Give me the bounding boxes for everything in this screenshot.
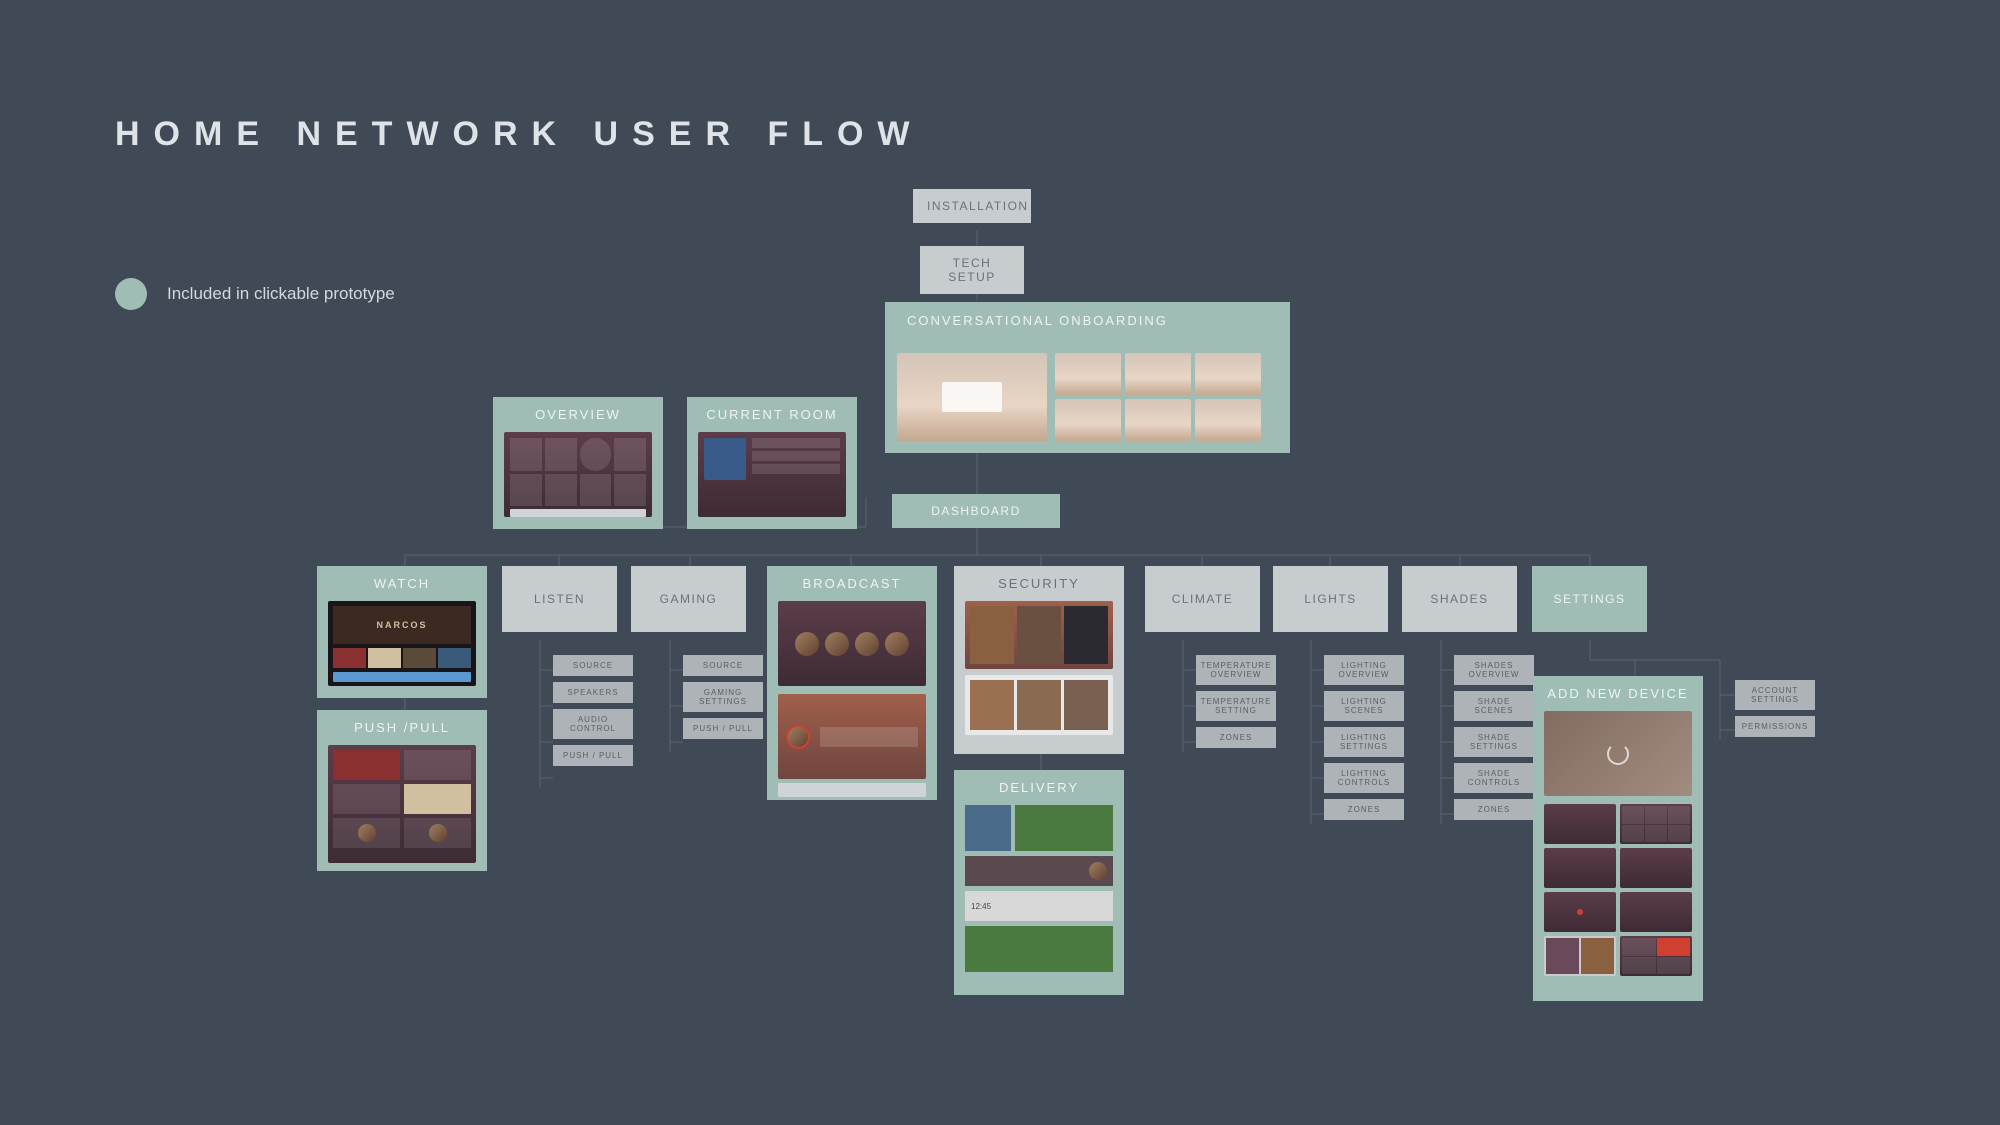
card-title: CONVERSATIONAL ONBOARDING	[907, 312, 1280, 330]
legend-dot-icon	[115, 278, 147, 310]
sub-listen-1: SPEAKERS	[553, 682, 633, 703]
sub-lights-1: LIGHTING SCENES	[1324, 691, 1404, 721]
sub-shades-4: ZONES	[1454, 799, 1534, 820]
stack-shades: SHADES OVERVIEW SHADE SCENES SHADE SETTI…	[1454, 655, 1534, 826]
stack-climate: TEMPERATURE OVERVIEW TEMPERATURE SETTING…	[1196, 655, 1276, 754]
sub-climate-0: TEMPERATURE OVERVIEW	[1196, 655, 1276, 685]
legend-label: Included in clickable prototype	[167, 284, 395, 304]
sub-listen-3: PUSH / PULL	[553, 745, 633, 766]
stack-listen: SOURCE SPEAKERS AUDIO CONTROL PUSH / PUL…	[553, 655, 633, 772]
node-installation: INSTALLATION	[913, 189, 1031, 223]
sub-lights-4: ZONES	[1324, 799, 1404, 820]
card-title: OVERVIEW	[503, 407, 653, 422]
node-shades: SHADES	[1402, 566, 1517, 632]
node-lights: LIGHTS	[1273, 566, 1388, 632]
node-gaming: GAMING	[631, 566, 746, 632]
card-title: ADD NEW DEVICE	[1543, 686, 1693, 701]
node-climate: CLIMATE	[1145, 566, 1260, 632]
sub-shades-2: SHADE SETTINGS	[1454, 727, 1534, 757]
sub-listen-0: SOURCE	[553, 655, 633, 676]
card-watch: WATCH NARCOS	[317, 566, 487, 698]
sub-climate-2: ZONES	[1196, 727, 1276, 748]
sub-gaming-2: PUSH / PULL	[683, 718, 763, 739]
card-security: SECURITY	[954, 566, 1124, 754]
sub-gaming-1: GAMING SETTINGS	[683, 682, 763, 712]
sub-lights-2: LIGHTING SETTINGS	[1324, 727, 1404, 757]
card-add-new-device: ADD NEW DEVICE	[1533, 676, 1703, 1001]
sub-shades-3: SHADE CONTROLS	[1454, 763, 1534, 793]
node-listen: LISTEN	[502, 566, 617, 632]
stack-gaming: SOURCE GAMING SETTINGS PUSH / PULL	[683, 655, 763, 745]
node-settings: SETTINGS	[1532, 566, 1647, 632]
card-delivery: DELIVERY 12:45	[954, 770, 1124, 995]
card-title: WATCH	[327, 576, 477, 591]
page-title: HOME NETWORK USER FLOW	[115, 115, 924, 154]
node-dashboard: DASHBOARD	[892, 494, 1060, 528]
stack-settings-right: ACCOUNT SETTINGS PERMISSIONS	[1735, 680, 1815, 743]
sub-lights-0: LIGHTING OVERVIEW	[1324, 655, 1404, 685]
sub-settings-0: ACCOUNT SETTINGS	[1735, 680, 1815, 710]
sub-shades-1: SHADE SCENES	[1454, 691, 1534, 721]
sub-lights-3: LIGHTING CONTROLS	[1324, 763, 1404, 793]
card-overview: OVERVIEW	[493, 397, 663, 529]
sub-shades-0: SHADES OVERVIEW	[1454, 655, 1534, 685]
card-conversational-onboarding: CONVERSATIONAL ONBOARDING	[885, 302, 1290, 453]
card-title: DELIVERY	[964, 780, 1114, 795]
card-current-room: CURRENT ROOM	[687, 397, 857, 529]
node-tech-setup: TECH SETUP	[920, 246, 1024, 294]
stack-lights: LIGHTING OVERVIEW LIGHTING SCENES LIGHTI…	[1324, 655, 1404, 826]
card-title: BROADCAST	[777, 576, 927, 591]
card-push-pull: PUSH /PULL	[317, 710, 487, 871]
sub-settings-1: PERMISSIONS	[1735, 716, 1815, 737]
sub-gaming-0: SOURCE	[683, 655, 763, 676]
watch-brand: NARCOS	[376, 620, 427, 630]
legend: Included in clickable prototype	[115, 278, 395, 310]
sub-listen-2: AUDIO CONTROL	[553, 709, 633, 739]
card-broadcast: BROADCAST	[767, 566, 937, 800]
card-title: SECURITY	[964, 576, 1114, 591]
sub-climate-1: TEMPERATURE SETTING	[1196, 691, 1276, 721]
card-title: CURRENT ROOM	[697, 407, 847, 422]
card-title: PUSH /PULL	[327, 720, 477, 735]
